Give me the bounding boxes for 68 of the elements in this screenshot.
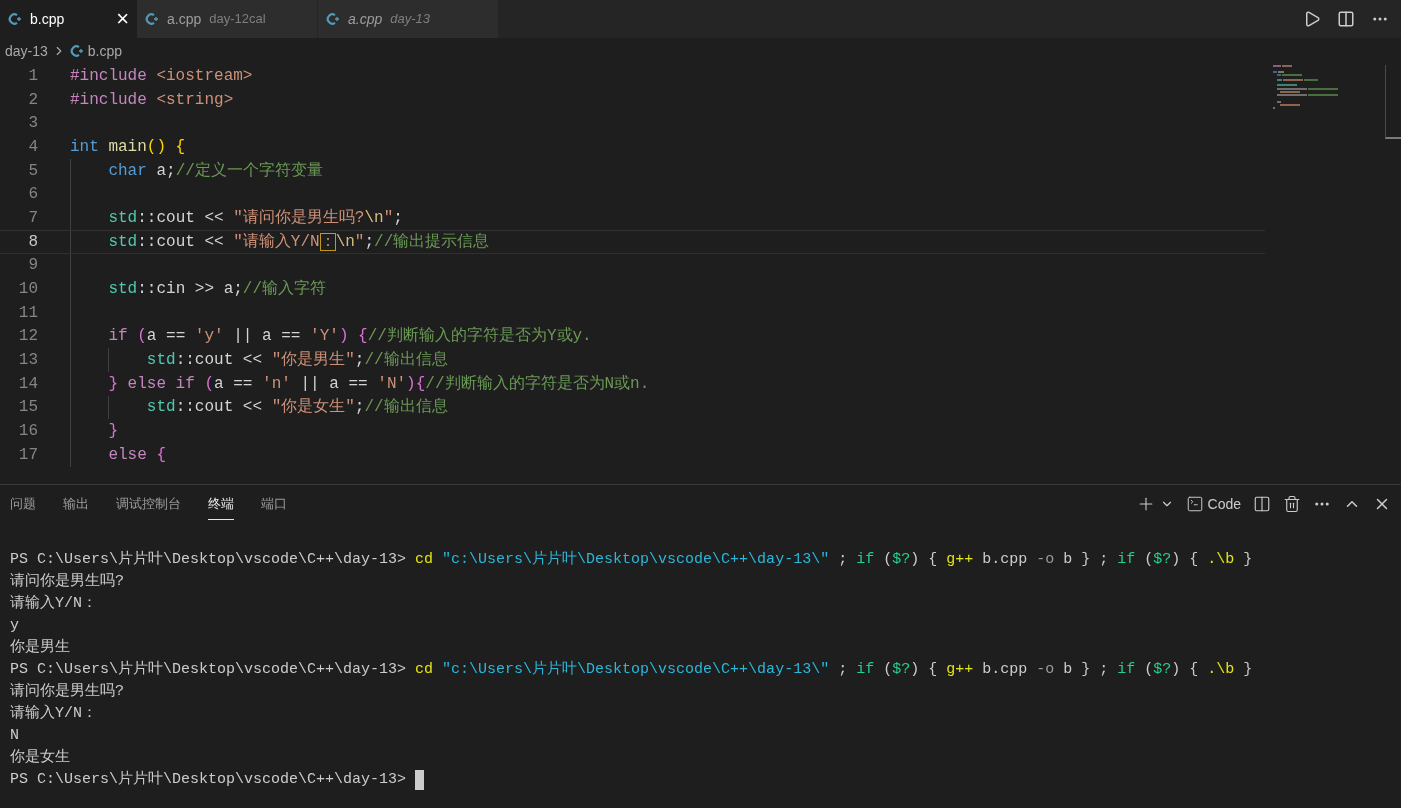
line-number: 16: [17, 423, 38, 440]
terminal-line: 请问你是男生吗?: [10, 571, 124, 592]
tab-label: a.cpp: [348, 9, 383, 29]
code-line: #include <iostream>: [70, 67, 253, 84]
terminal-selector[interactable]: Code: [1185, 493, 1241, 515]
line-number: 12: [17, 328, 38, 345]
editor-tab[interactable]: a.cpp day-13: [318, 0, 499, 38]
line-number: 8: [27, 233, 38, 250]
tab-label: a.cpp: [167, 9, 202, 29]
line-number: 2: [27, 91, 38, 108]
split-editor-icon[interactable]: [1337, 10, 1355, 28]
code-line: std::cout << "请输入Y/N：\n";//输出提示信息: [107, 233, 490, 250]
panel-tab[interactable]: 调试控制台: [116, 487, 181, 521]
terminal-line: 请输入Y/N：: [10, 703, 97, 724]
code-line: }: [107, 423, 118, 440]
terminal-line: PS C:\Users\片片叶\Desktop\vscode\C++\day-13> cd "c:\Users\片片叶\Desktop\vscode\C++\day-13\" ; if ($?) { g++ b.cpp -o b } ; if ($?) { .\b }: [10, 549, 1253, 570]
terminal-line: 请问你是男生吗?: [10, 681, 124, 702]
line-number: 15: [17, 399, 38, 416]
line-number: 17: [17, 446, 38, 463]
code-line: char a;//定义一个字符变量: [107, 162, 323, 179]
line-number: 5: [27, 162, 38, 179]
cpp-file-icon: [145, 12, 159, 26]
terminal-line: y: [10, 615, 19, 636]
editor-tab[interactable]: b.cpp ×: [0, 0, 137, 38]
tab-label: b.cpp: [30, 9, 65, 29]
tab-description: day-13: [390, 10, 430, 29]
terminal-line: 你是女生: [10, 747, 70, 768]
line-number: 14: [17, 375, 38, 392]
editor-tab[interactable]: a.cpp day-12cal: [137, 0, 318, 38]
run-icon[interactable]: [1303, 10, 1321, 28]
terminal-line: 你是男生: [10, 637, 70, 658]
panel-tab[interactable]: 问题: [10, 487, 36, 521]
cpp-file-icon: [69, 44, 84, 58]
terminal-line: PS C:\Users\片片叶\Desktop\vscode\C++\day-13> cd "c:\Users\片片叶\Desktop\vscode\C++\day-13\" ; if ($?) { g++ b.cpp -o b } ; if ($?) { .\b }: [10, 659, 1253, 680]
code-line: std::cout << "你是女生";//输出信息: [145, 399, 448, 416]
code-line: int main() {: [70, 138, 186, 155]
line-number: 11: [17, 304, 38, 321]
cpp-file-icon: [326, 12, 340, 26]
line-number: 7: [27, 209, 38, 226]
panel-tab[interactable]: 终端: [208, 487, 234, 521]
code-line: std::cin >> a;//输入字符: [107, 281, 327, 298]
code-line: std::cout << "请问你是男生吗?\n";: [107, 209, 403, 226]
terminal-line: 请输入Y/N：: [10, 593, 97, 614]
terminal-icon: [1185, 495, 1204, 513]
code-line: } else if (a == 'n' || a == 'N'){//判断输入的字符是否为N或n.: [107, 375, 650, 392]
terminal-line: PS C:\Users\片片叶\Desktop\vscode\C++\day-13>: [10, 769, 408, 790]
panel-tab[interactable]: 端口: [261, 487, 287, 521]
line-number: 9: [27, 257, 38, 274]
scrollbar[interactable]: [1385, 65, 1401, 139]
line-number: 6: [27, 186, 38, 203]
split-terminal-icon[interactable]: [1253, 495, 1271, 513]
breadcrumb-item[interactable]: day-13: [5, 40, 48, 62]
cpp-file-icon: [8, 12, 22, 26]
line-number: 10: [17, 281, 38, 298]
breadcrumb-item[interactable]: b.cpp: [87, 40, 123, 62]
tab-description: day-12cal: [209, 10, 266, 29]
panel-tab[interactable]: 输出: [63, 487, 89, 521]
line-number: 1: [27, 67, 38, 84]
terminal-line: N: [10, 725, 19, 746]
close-icon[interactable]: ×: [116, 8, 129, 30]
code-line: else {: [107, 446, 167, 463]
code-line: if (a == 'y' || a == 'Y') {//判断输入的字符是否为Y或y.: [107, 328, 592, 345]
trash-icon[interactable]: [1283, 495, 1301, 513]
line-number: 3: [27, 115, 38, 132]
code-line: #include <string>: [70, 91, 234, 108]
line-number: 13: [17, 352, 38, 369]
code-line: std::cout << "你是男生";//输出信息: [145, 352, 448, 369]
line-number: 4: [27, 138, 38, 155]
